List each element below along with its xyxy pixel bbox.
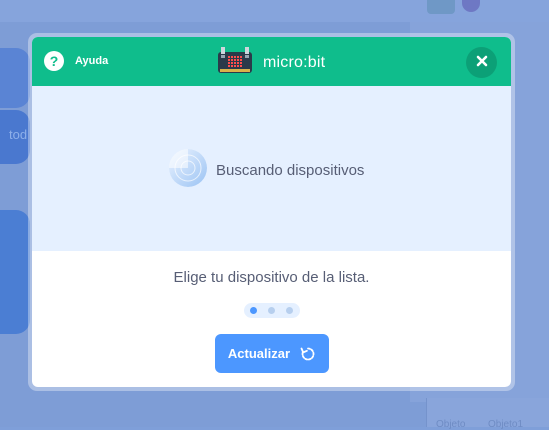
step-dot-active [250, 307, 257, 314]
refresh-icon [300, 346, 316, 362]
question-icon: ? [44, 51, 64, 71]
sprite-tab: Objeto1 [488, 419, 524, 430]
help-button[interactable]: ? Ayuda [44, 51, 108, 71]
help-label: Ayuda [75, 55, 109, 67]
modal-content: ? Ayuda micro:bit Buscando dispositivos … [32, 37, 511, 387]
block-label: tod [9, 127, 28, 142]
refresh-label: Actualizar [227, 346, 291, 361]
microbit-board-icon [218, 47, 252, 78]
searching-label: Buscando dispositivos [216, 162, 365, 179]
device-search-area: Buscando dispositivos [32, 86, 511, 251]
green-flag-icon [427, 0, 455, 14]
searching-indicator: Buscando dispositivos [168, 148, 364, 193]
code-block [0, 48, 30, 108]
modal-title: micro:bit [218, 47, 325, 78]
modal-title-text: micro:bit [263, 53, 326, 71]
sprite-tab: Objeto [436, 419, 466, 430]
instruction-text: Elige tu dispositivo de la lista. [173, 269, 370, 286]
step-indicator [244, 303, 300, 318]
modal-header: ? Ayuda micro:bit [32, 37, 511, 86]
close-button[interactable] [466, 47, 497, 78]
refresh-button[interactable]: Actualizar [215, 334, 329, 373]
code-block [0, 210, 30, 334]
step-dot [286, 307, 293, 314]
step-dot [268, 307, 275, 314]
connection-modal: ? Ayuda micro:bit Buscando dispositivos … [28, 33, 515, 391]
close-icon [476, 54, 488, 72]
radar-spinner-icon [168, 148, 208, 193]
